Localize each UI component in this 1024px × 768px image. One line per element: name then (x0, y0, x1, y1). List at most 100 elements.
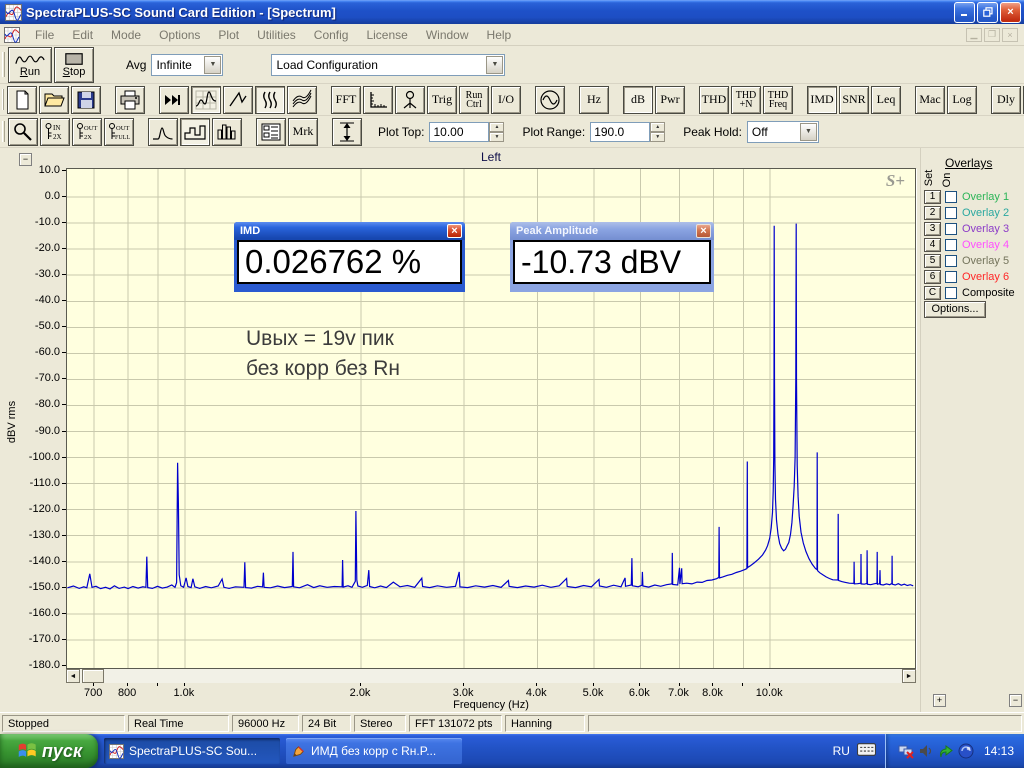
peak-window-titlebar[interactable]: Peak Amplitude × (510, 222, 714, 240)
scrollbar-thumb[interactable] (82, 669, 104, 683)
time-series-plot-button[interactable] (223, 85, 253, 114)
macro-button[interactable]: Mac (915, 85, 945, 114)
spectrum-plot-button[interactable] (191, 85, 221, 114)
start-button[interactable]: пуск (0, 734, 98, 768)
scroll-left-icon[interactable]: ◄ (66, 669, 80, 683)
network-disconnected-icon[interactable] (898, 743, 914, 759)
minimize-button[interactable] (954, 1, 975, 23)
zoom-out-2x-button[interactable]: OUT 2X (72, 117, 102, 146)
plot-range-input[interactable] (590, 121, 651, 142)
delay-button[interactable]: Dly (991, 85, 1021, 114)
new-file-button[interactable] (7, 85, 37, 114)
close-icon[interactable]: × (696, 224, 711, 238)
update-icon[interactable] (938, 743, 954, 759)
overlay-set-button-3[interactable]: 3 (924, 222, 941, 236)
restore-button[interactable] (977, 1, 998, 23)
imd-button[interactable]: IMD (807, 85, 837, 114)
overlay-on-checkbox-3[interactable] (945, 223, 957, 235)
zoom-button[interactable] (8, 117, 38, 146)
scaling-button[interactable] (363, 85, 393, 114)
peak-hold-combo[interactable]: Off ▼ (746, 120, 819, 143)
io-device-button[interactable]: I/O (491, 85, 521, 114)
overlay-on-checkbox-4[interactable] (945, 239, 957, 251)
run-button[interactable]: Run (8, 46, 52, 83)
display-options-button[interactable] (256, 117, 286, 146)
avg-combo[interactable]: Infinite ▼ (151, 53, 224, 76)
overlay-on-checkbox-1[interactable] (945, 191, 957, 203)
plot-top-spinner[interactable]: ▲ ▼ (489, 121, 505, 142)
overlay-set-button-2[interactable]: 2 (924, 206, 941, 220)
fast-forward-button[interactable] (159, 85, 189, 114)
menu-window[interactable]: Window (417, 25, 478, 45)
menu-utilities[interactable]: Utilities (248, 25, 305, 45)
snr-button[interactable]: SNR (839, 85, 869, 114)
surface-plot-button[interactable] (287, 85, 317, 114)
horizontal-scrollbar[interactable]: ◄ ► (66, 669, 916, 683)
units-pwr-button[interactable]: Pwr (655, 85, 685, 114)
leq-button[interactable]: Leq (871, 85, 901, 114)
markers-button[interactable]: Mrk (288, 117, 318, 146)
menu-help[interactable]: Help (478, 25, 521, 45)
menu-license[interactable]: License (357, 25, 416, 45)
thd-n-button[interactable]: THD +N (731, 85, 761, 114)
document-icon[interactable] (4, 26, 20, 43)
overlay-set-button-6[interactable]: 6 (924, 270, 941, 284)
plot-range-spinner[interactable]: ▲ ▼ (650, 121, 666, 142)
language-indicator[interactable]: RU (833, 744, 850, 758)
volume-icon[interactable] (918, 743, 934, 759)
zoom-in-2x-button[interactable]: IN 2X (40, 117, 70, 146)
taskbar-task-0[interactable]: SpectraPLUS-SC Sou... (104, 738, 280, 764)
overlay-set-button-4[interactable]: 4 (924, 238, 941, 252)
stop-button[interactable]: Stop (54, 46, 94, 83)
load-configuration-combo[interactable]: Load Configuration ▼ (271, 53, 506, 76)
logging-button[interactable]: Log (947, 85, 977, 114)
save-file-button[interactable] (71, 85, 101, 114)
fft-settings-button[interactable]: FFT (331, 85, 361, 114)
overlay-set-button-c[interactable]: C (924, 286, 941, 300)
spectrogram-plot-button[interactable] (255, 85, 285, 114)
mdi-close-button[interactable]: × (1002, 27, 1018, 42)
overlay-options-button[interactable]: Options... (924, 301, 986, 318)
menu-config[interactable]: Config (305, 25, 358, 45)
line-plot-style-button[interactable] (148, 117, 178, 146)
print-button[interactable] (115, 85, 145, 114)
toolbar-grip[interactable] (2, 88, 4, 111)
toolbar-grip[interactable] (2, 120, 5, 143)
menu-edit[interactable]: Edit (63, 25, 102, 45)
menu-options[interactable]: Options (150, 25, 209, 45)
mdi-restore-button[interactable]: ❐ (984, 27, 1000, 42)
zoom-out-full-button[interactable]: OUT FULL (104, 117, 134, 146)
run-control-button[interactable]: Run Ctrl (459, 85, 489, 114)
thd-button[interactable]: THD (699, 85, 729, 114)
bar-plot-style-button[interactable] (212, 117, 242, 146)
zoom-out-minus-button[interactable]: − (1009, 694, 1022, 707)
overlay-on-checkbox-6[interactable] (945, 271, 957, 283)
toolbar-grip[interactable] (2, 51, 5, 78)
units-db-button[interactable]: dB (623, 85, 653, 114)
menu-file[interactable]: File (26, 25, 63, 45)
close-icon[interactable]: × (447, 224, 462, 238)
trigger-button[interactable]: Trig (427, 85, 457, 114)
menu-plot[interactable]: Plot (209, 25, 248, 45)
overlay-on-checkbox-c[interactable] (945, 287, 957, 299)
overlay-set-button-5[interactable]: 5 (924, 254, 941, 268)
signal-generator-button[interactable] (535, 85, 565, 114)
calibration-button[interactable] (395, 85, 425, 114)
menu-mode[interactable]: Mode (102, 25, 150, 45)
step-plot-style-button[interactable] (180, 117, 210, 146)
overlay-on-checkbox-2[interactable] (945, 207, 957, 219)
units-hz-button[interactable]: Hz (579, 85, 609, 114)
keyboard-icon[interactable] (856, 743, 876, 759)
close-button[interactable]: × (1000, 1, 1021, 23)
open-file-button[interactable] (39, 85, 69, 114)
overlay-on-checkbox-5[interactable] (945, 255, 957, 267)
mdi-minimize-button[interactable]: ▁ (966, 27, 982, 42)
zoom-in-plus-button[interactable]: + (933, 694, 946, 707)
overlay-set-button-1[interactable]: 1 (924, 190, 941, 204)
vertical-range-button[interactable] (332, 117, 362, 146)
antivirus-icon[interactable] (958, 743, 974, 759)
spectrum-plot-canvas[interactable]: S+ (66, 168, 916, 669)
taskbar-task-1[interactable]: ИМД без корр с Rн.P... (286, 738, 462, 764)
plot-top-input[interactable] (429, 121, 490, 142)
thd-freq-button[interactable]: THD Freq (763, 85, 793, 114)
